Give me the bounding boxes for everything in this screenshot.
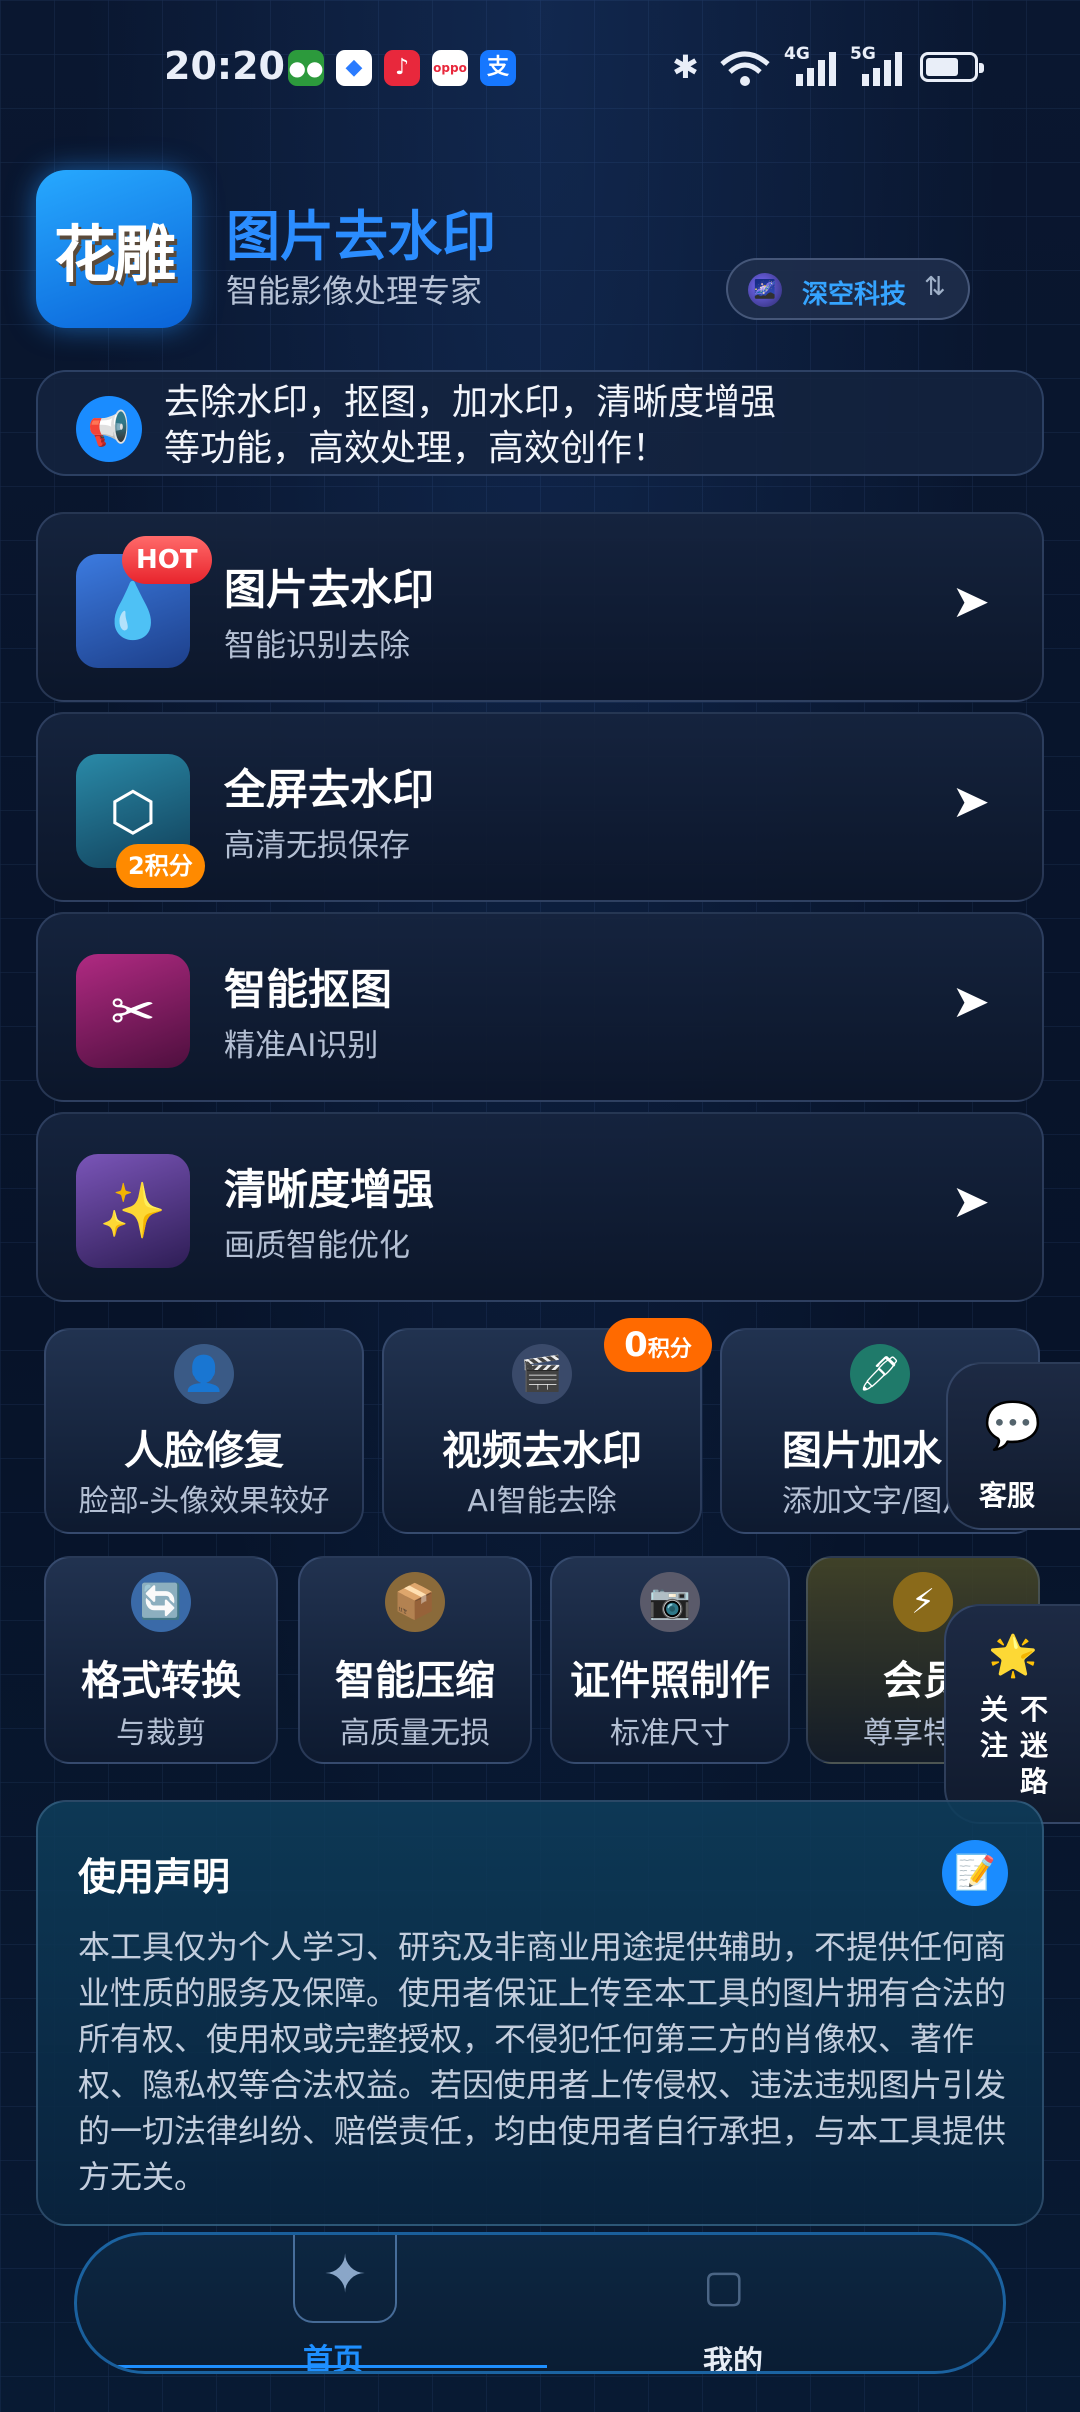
film-icon: 🎬 (512, 1344, 572, 1404)
sparkles-icon: ✨ (76, 1154, 190, 1268)
tile-subtitle: 与裁剪 (116, 1716, 206, 1751)
box-icon: 📦 (385, 1572, 445, 1632)
battery-level (926, 58, 958, 76)
tile-face-repair[interactable]: 👤 人脸修复 脸部-头像效果较好 (44, 1328, 364, 1534)
tile-subtitle: 高质量无损 (340, 1716, 490, 1751)
tile-title: 智能压缩 (335, 1658, 495, 1704)
follow-button[interactable]: 🌟 关 注 不 迷 路 (944, 1604, 1080, 1824)
lightning-icon: ⚡ (893, 1572, 953, 1632)
card-subtitle: 精准AI识别 (224, 1028, 379, 1064)
status-time: 20:20 (164, 44, 285, 88)
feature-card-clarity-enhance[interactable]: ✨ 清晰度增强 画质智能优化 ➤ (36, 1112, 1044, 1302)
tile-title: 视频去水印 (442, 1428, 642, 1474)
card-subtitle: 高清无损保存 (224, 828, 410, 864)
points-unit: 积分 (647, 1337, 692, 1362)
brand-switch-button[interactable]: 🌌 深空科技 ⇅ (726, 258, 970, 320)
tile-format-convert[interactable]: 🔄 格式转换 与裁剪 (44, 1556, 278, 1764)
card-title: 图片去水印 (224, 565, 435, 614)
tile-subtitle: 脸部-头像效果较好 (78, 1484, 330, 1519)
points-balance-badge: 0积分 (604, 1318, 712, 1372)
send-arrow-icon: ➤ (951, 574, 990, 628)
tile-title: 证件照制作 (570, 1658, 770, 1704)
signal-5g-icon (862, 52, 902, 86)
camera-icon: 📷 (640, 1572, 700, 1632)
hot-badge: HOT (122, 536, 212, 584)
megaphone-icon: 📢 (76, 396, 142, 462)
follow-char-1: 关 (980, 1693, 1009, 1726)
card-subtitle: 智能识别去除 (224, 628, 410, 664)
galaxy-icon: 🌌 (748, 273, 782, 307)
tile-id-photo[interactable]: 📷 证件照制作 标准尺寸 (550, 1556, 790, 1764)
memo-icon[interactable]: 📝 (942, 1840, 1008, 1906)
logo-text: 花雕 (53, 218, 176, 291)
scissors-icon: ✂ (76, 954, 190, 1068)
send-arrow-icon: ➤ (951, 774, 990, 828)
follow-char-3: 不 (1020, 1693, 1049, 1726)
pen-icon: 🖊 (850, 1344, 910, 1404)
bluetooth-icon: ✱ (672, 48, 699, 86)
card-title: 全屏去水印 (224, 765, 435, 814)
notice-text: 去除水印，抠图，加水印，清晰度增强等功能，高效处理，高效创作！ (164, 382, 777, 469)
user-icon: 👤 (174, 1344, 234, 1404)
customer-service-label: 客服 (978, 1479, 1035, 1512)
tile-title: 人脸修复 (124, 1428, 284, 1474)
wechat-icon: ●● (288, 50, 324, 86)
follow-char-2: 注 (980, 1729, 1009, 1762)
notice-bar: 📢 去除水印，抠图，加水印，清晰度增强等功能，高效处理，高效创作！ (36, 370, 1044, 476)
nav-me[interactable]: 我的 (703, 2337, 763, 2371)
card-title: 智能抠图 (224, 965, 393, 1014)
feature-card-fullscreen-watermark[interactable]: ⬡ 2积分 全屏去水印 高清无损保存 ➤ (36, 712, 1044, 902)
points-value: 0 (624, 1325, 648, 1365)
send-arrow-icon: ➤ (951, 974, 990, 1028)
tile-subtitle: AI智能去除 (467, 1484, 617, 1519)
tile-smart-compress[interactable]: 📦 智能压缩 高质量无损 (298, 1556, 532, 1764)
feature-card-remove-watermark[interactable]: 💧 HOT 图片去水印 智能识别去除 ➤ (36, 512, 1044, 702)
alipay-icon: 支 (480, 50, 516, 86)
nav-home[interactable]: 首页 (303, 2335, 363, 2371)
wifi-icon (720, 51, 770, 86)
send-arrow-icon: ➤ (951, 1174, 990, 1228)
status-bar: 20:20 ●● ◆ ♪ oppo 支 ✱ 4G 5G (0, 0, 1080, 140)
tile-subtitle: 标准尺寸 (610, 1716, 730, 1751)
battery-icon (920, 52, 984, 82)
statement-title: 使用声明 (78, 1855, 231, 1899)
tile-title: 格式转换 (81, 1658, 241, 1704)
points-badge: 2积分 (116, 844, 205, 888)
oppo-icon: oppo (432, 50, 468, 86)
statement-body: 本工具仅为个人学习、研究及非商业用途提供辅助，不提供任何商业性质的服务及保障。使… (78, 1928, 1007, 2190)
switch-arrows-icon: ⇅ (924, 272, 946, 302)
follow-char-5: 路 (1020, 1765, 1049, 1798)
music-icon: ♪ (384, 50, 420, 86)
app-title: 图片去水印 (226, 205, 496, 268)
card-subtitle: 画质智能优化 (224, 1228, 410, 1264)
customer-service-button[interactable]: 💬 客服 (946, 1362, 1080, 1530)
chat-bubble-icon: 💬 (984, 1398, 1042, 1452)
star-icon: 🌟 (988, 1633, 1038, 1679)
nav-active-indicator (107, 2365, 547, 2368)
app-subtitle: 智能影像处理专家 (226, 272, 483, 310)
compass-icon[interactable]: ✦ (293, 2235, 397, 2323)
browser-icon: ◆ (336, 50, 372, 86)
follow-char-4: 迷 (1020, 1729, 1049, 1762)
app-logo: 花雕 (36, 170, 192, 328)
bottom-nav: ✦ 首页 ▢ 我的 (74, 2232, 1006, 2374)
brand-name: 深空科技 (802, 280, 907, 310)
convert-icon: 🔄 (131, 1572, 191, 1632)
signal-4g-icon (796, 52, 836, 86)
feature-card-smart-cutout[interactable]: ✂ 智能抠图 精准AI识别 ➤ (36, 912, 1044, 1102)
usage-statement-card: 使用声明 📝 本工具仅为个人学习、研究及非商业用途提供辅助，不提供任何商业性质的… (36, 1800, 1044, 2226)
profile-icon[interactable]: ▢ (703, 2261, 745, 2312)
card-title: 清晰度增强 (224, 1165, 435, 1214)
